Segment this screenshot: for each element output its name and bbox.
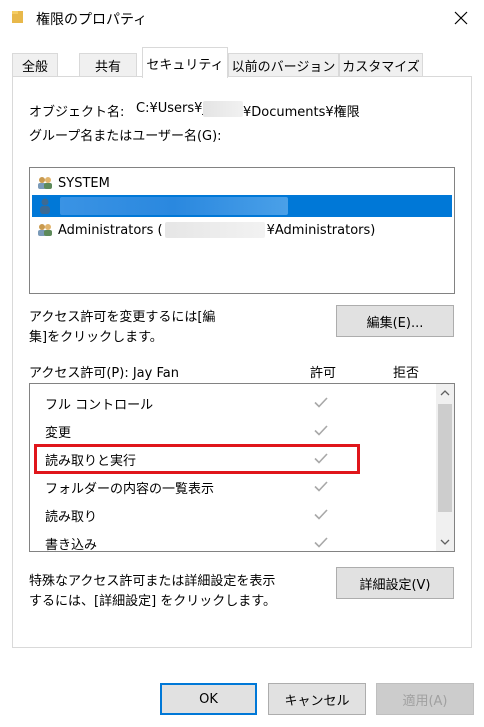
scroll-up-button[interactable] (436, 384, 454, 402)
tab-previous-versions[interactable]: 以前のバージョン (228, 53, 339, 77)
permission-row-list-folder: フォルダーの内容の一覧表示 (30, 473, 436, 501)
list-item-administrators[interactable]: Administrators ( ¥Administrators) (32, 219, 452, 241)
list-item-label-suffix: ¥Administrators) (266, 222, 376, 238)
tab-label: 以前のバージョン (231, 60, 336, 75)
redacted-username (60, 197, 288, 215)
permission-name: フォルダーの内容の一覧表示 (45, 482, 215, 497)
advanced-text-line1: 特殊なアクセス許可または詳細設定を表示 (29, 574, 276, 589)
tab-label: セキュリティ (146, 57, 224, 73)
button-label: キャンセル (284, 693, 350, 709)
check-icon (314, 397, 328, 408)
button-label: 詳細設定(V) (359, 577, 431, 593)
object-name-label: オブジェクト名: (29, 105, 125, 120)
check-icon (314, 509, 328, 520)
button-label: 編集(E)... (366, 315, 424, 331)
tab-label: 全般 (21, 60, 48, 75)
edit-button[interactable]: 編集(E)... (336, 305, 454, 337)
check-icon (314, 425, 328, 436)
group-user-list[interactable]: SYSTEM Administrators ( ¥Administrators) (29, 167, 455, 294)
list-item-selected-user[interactable] (32, 195, 452, 217)
deny-column-header: 拒否 (393, 366, 420, 381)
button-label: 適用(A) (402, 693, 448, 709)
chevron-down-icon (440, 539, 450, 545)
allow-column-header: 許可 (310, 366, 337, 381)
change-permissions-text-line2: 集]をクリックします。 (29, 330, 163, 345)
users-group-icon (38, 224, 52, 236)
tab-label: カスタマイズ (342, 60, 420, 75)
permission-row-full-control: フル コントロール (30, 389, 436, 417)
permission-name: フル コントロール (45, 398, 154, 413)
permission-name: 変更 (45, 426, 72, 441)
apply-button[interactable]: 適用(A) (376, 683, 474, 715)
groups-label: グループ名またはユーザー名(G): (29, 129, 222, 144)
tab-label: 共有 (94, 60, 121, 75)
highlight-box (34, 444, 360, 474)
permission-name: 書き込み (45, 538, 98, 552)
users-group-icon (38, 177, 52, 189)
chevron-up-icon (440, 390, 450, 396)
title-bar: 権限のプロパティ (0, 0, 484, 36)
cancel-button[interactable]: キャンセル (268, 683, 366, 715)
permissions-header: アクセス許可(P): Jay Fan (29, 366, 179, 381)
check-icon (314, 537, 328, 548)
change-permissions-text-line1: アクセス許可を変更するには[編 (29, 310, 216, 325)
window-title: 権限のプロパティ (36, 12, 148, 28)
close-icon (454, 11, 468, 25)
scroll-down-button[interactable] (436, 533, 454, 551)
advanced-text-line2: するには、[詳細設定] をクリックします。 (29, 594, 276, 609)
list-item-label: SYSTEM (58, 175, 110, 191)
tab-sharing[interactable]: 共有 (79, 53, 137, 77)
object-path-prefix: C:¥Users¥j (136, 101, 207, 116)
tab-customize[interactable]: カスタマイズ (339, 53, 423, 77)
close-button[interactable] (438, 0, 484, 36)
list-item-label: Administrators ( (58, 222, 163, 238)
tab-general[interactable]: 全般 (12, 53, 58, 77)
tab-strip: 全般 共有 セキュリティ 以前のバージョン カスタマイズ (12, 47, 472, 78)
vertical-scrollbar[interactable] (436, 384, 454, 551)
redacted-username (203, 101, 243, 117)
permission-row-write: 書き込み (30, 529, 436, 552)
advanced-button[interactable]: 詳細設定(V) (336, 567, 454, 599)
permission-row-modify: 変更 (30, 417, 436, 445)
ok-button[interactable]: OK (160, 683, 257, 715)
redacted-computer-name (164, 222, 265, 238)
permission-row-read: 読み取り (30, 501, 436, 529)
scroll-thumb[interactable] (438, 404, 452, 512)
user-icon (40, 198, 50, 214)
permission-name: 読み取り (45, 510, 98, 525)
tab-security[interactable]: セキュリティ (142, 47, 228, 78)
button-label: OK (199, 691, 218, 707)
list-item-system[interactable]: SYSTEM (32, 172, 452, 194)
check-icon (314, 481, 328, 492)
folder-icon (12, 11, 23, 23)
object-path-suffix: ¥Documents¥権限 (243, 105, 360, 120)
